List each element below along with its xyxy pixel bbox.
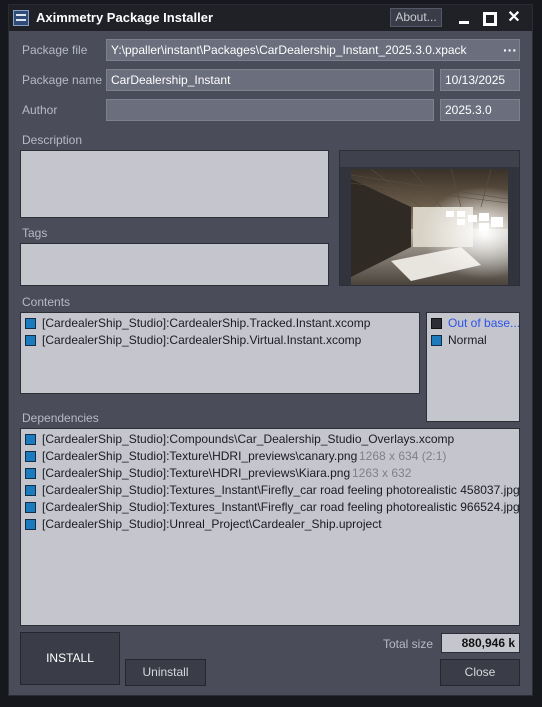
item-checkbox[interactable]: [25, 485, 36, 496]
thumbnail-header: [340, 151, 519, 167]
title-bar[interactable]: Aximmetry Package Installer About... ✕: [9, 5, 532, 31]
tags-label: Tags: [22, 226, 48, 240]
contents-list[interactable]: [CardealerShip_Studio]:CardealerShip.Tra…: [20, 312, 420, 394]
list-item-label: [CardealerShip_Studio]:CardealerShip.Tra…: [42, 316, 371, 330]
out-of-base-swatch: [431, 318, 442, 329]
installer-window: Aximmetry Package Installer About... ✕ P…: [8, 4, 533, 696]
minimize-icon[interactable]: [456, 10, 472, 26]
item-checkbox[interactable]: [25, 335, 36, 346]
list-item-label: [CardealerShip_Studio]:Textures_Instant\…: [42, 483, 520, 497]
item-checkbox[interactable]: [25, 468, 36, 479]
version-field[interactable]: 2025.3.0: [440, 99, 520, 121]
contents-label: Contents: [22, 295, 71, 309]
uninstall-button[interactable]: Uninstall: [125, 659, 206, 686]
about-button[interactable]: About...: [390, 8, 442, 27]
dependencies-list[interactable]: [CardealerShip_Studio]:Compounds\Car_Dea…: [20, 428, 520, 626]
window-title: Aximmetry Package Installer: [36, 10, 214, 25]
image-dimensions: 1268 x 634 (2:1): [359, 449, 447, 463]
item-checkbox[interactable]: [25, 451, 36, 462]
tags-textarea[interactable]: [20, 243, 329, 286]
list-item-label: [CardealerShip_Studio]:CardealerShip.Vir…: [42, 333, 362, 347]
package-thumbnail-frame: [339, 150, 520, 286]
aximmetry-app-icon: [13, 10, 29, 26]
list-item-label: [CardealerShip_Studio]:Texture\HDRI_prev…: [42, 449, 358, 463]
item-checkbox[interactable]: [25, 318, 36, 329]
legend-panel: Out of base... Normal: [426, 312, 520, 422]
maximize-icon[interactable]: [481, 10, 497, 26]
list-item-label: [CardealerShip_Studio]:Texture\HDRI_prev…: [42, 466, 351, 480]
package-file-label: Package file: [22, 43, 88, 57]
item-checkbox[interactable]: [25, 502, 36, 513]
description-label: Description: [22, 133, 83, 147]
author-label: Author: [22, 103, 58, 117]
total-size-label: Total size: [383, 637, 434, 651]
list-item-label: [CardealerShip_Studio]:Textures_Instant\…: [42, 500, 520, 514]
browse-file-button[interactable]: ···: [499, 41, 521, 61]
window-close-icon[interactable]: ✕: [506, 10, 522, 26]
list-item-label: [CardealerShip_Studio]:Unreal_Project\Ca…: [42, 517, 382, 531]
dependencies-label: Dependencies: [22, 411, 99, 425]
package-date-field[interactable]: 10/13/2025: [440, 69, 520, 91]
package-name-label: Package name: [22, 73, 103, 87]
out-of-base-label: Out of base...: [448, 316, 521, 330]
studio-preview-image: [351, 169, 508, 285]
item-checkbox[interactable]: [25, 519, 36, 530]
normal-swatch: [431, 335, 442, 346]
image-dimensions: 1263 x 632: [352, 466, 412, 480]
list-item-label: [CardealerShip_Studio]:Compounds\Car_Dea…: [42, 432, 455, 446]
package-file-field[interactable]: Y:\ppaller\instant\Packages\CarDealershi…: [106, 39, 520, 61]
install-button[interactable]: INSTALL: [20, 632, 120, 685]
description-textarea[interactable]: [20, 150, 329, 218]
package-name-field[interactable]: CarDealership_Instant: [106, 69, 434, 91]
item-checkbox[interactable]: [25, 434, 36, 445]
author-field[interactable]: [106, 99, 434, 121]
normal-label: Normal: [448, 333, 487, 347]
close-button[interactable]: Close: [440, 659, 520, 686]
total-size-value: 880,946 k: [441, 633, 520, 653]
